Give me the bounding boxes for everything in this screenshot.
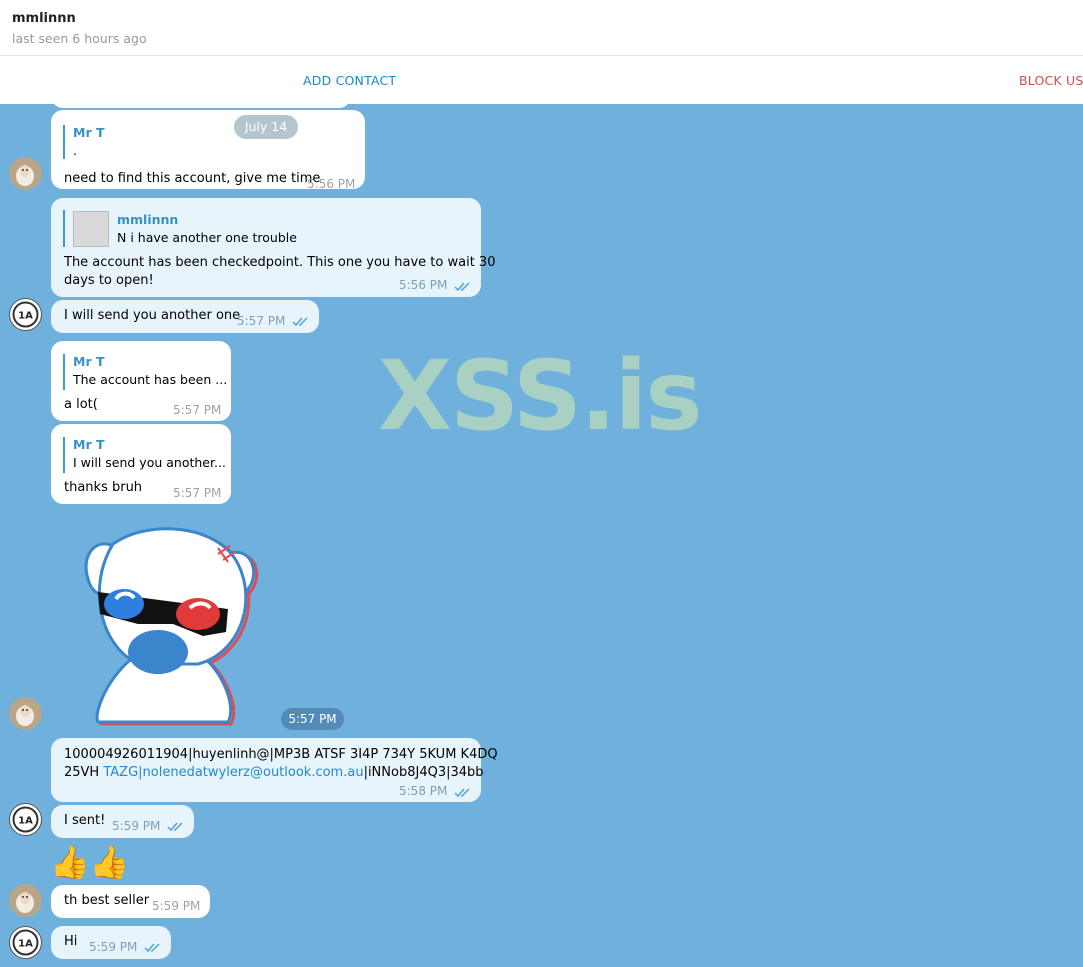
- last-seen-status: last seen 6 hours ago: [12, 31, 147, 46]
- logo-1a-avatar-icon: 1A: [12, 301, 39, 328]
- message-text: I sent!: [64, 813, 106, 828]
- message-text: a lot(: [64, 397, 98, 412]
- chat-header: mmlinnn last seen 6 hours ago: [0, 0, 1083, 56]
- bear-sticker-image[interactable]: [78, 524, 268, 730]
- reply-text: The account has been ...: [73, 372, 228, 387]
- message-time: 5:56 PM: [307, 177, 356, 191]
- message-list[interactable]: XSS.is Mr T . need to find this account,…: [0, 104, 1083, 967]
- reply-text: I will send you another...: [73, 455, 226, 470]
- reply-quote[interactable]: Mr T I will send you another...: [63, 437, 226, 473]
- reply-quote[interactable]: Mr T The account has been ...: [63, 354, 227, 390]
- message-time: 5:59 PM: [152, 899, 201, 913]
- message-text-line: 25VH TAZG|nolenedatwylerz@outlook.com.au…: [64, 765, 484, 780]
- date-separator: July 14: [234, 115, 298, 139]
- watermark: XSS.is: [378, 340, 702, 452]
- email-link[interactable]: TAZG|nolenedatwylerz@outlook.com.au: [103, 765, 363, 780]
- read-checkmark-icon: [454, 282, 470, 292]
- read-checkmark-icon: [454, 788, 470, 798]
- message-time: 5:59 PM: [112, 819, 161, 833]
- add-contact-button[interactable]: ADD CONTACT: [303, 73, 396, 88]
- reply-author: Mr T: [73, 354, 105, 369]
- message-bubble-partial: [51, 104, 351, 108]
- message-text-suffix: |iNNob8J4Q3|34bb: [363, 765, 484, 780]
- read-checkmark-icon: [144, 943, 160, 953]
- sheep-avatar-icon: [16, 165, 34, 186]
- logo-1a-avatar-icon: 1A: [12, 929, 39, 956]
- contact-actions-bar: ADD CONTACT BLOCK USE: [0, 56, 1083, 103]
- message-time: 5:59 PM: [89, 940, 138, 954]
- reply-author: mmlinnn: [117, 212, 179, 227]
- reply-quote[interactable]: Mr T .: [63, 125, 104, 159]
- sheep-avatar-icon: [16, 705, 34, 726]
- message-bubble-outgoing[interactable]: I sent! 5:59 PM: [51, 805, 194, 838]
- message-time: 5:56 PM: [399, 278, 448, 292]
- contact-name[interactable]: mmlinnn: [12, 11, 76, 26]
- message-text-line: days to open!: [64, 273, 154, 288]
- reply-text: .: [73, 143, 77, 158]
- message-bubble-outgoing[interactable]: Hi 5:59 PM: [51, 926, 171, 959]
- message-text: I will send you another one: [64, 308, 241, 323]
- contact-avatar[interactable]: [9, 884, 42, 917]
- reply-text: N i have another one trouble: [117, 230, 297, 245]
- contact-avatar[interactable]: [9, 157, 42, 190]
- svg-text:1A: 1A: [18, 939, 33, 950]
- read-checkmark-icon: [167, 822, 183, 832]
- reply-quote[interactable]: mmlinnn N i have another one trouble: [63, 210, 297, 247]
- logo-1a-avatar-icon: 1A: [12, 806, 39, 833]
- message-text-line: The account has been checkedpoint. This …: [64, 255, 496, 270]
- svg-text:1A: 1A: [18, 816, 33, 827]
- read-checkmark-icon: [292, 317, 308, 327]
- block-user-button[interactable]: BLOCK USE: [1019, 73, 1083, 88]
- reply-thumbnail-image: [73, 211, 109, 247]
- own-avatar[interactable]: 1A: [9, 803, 42, 836]
- contact-avatar[interactable]: [9, 697, 42, 730]
- message-time: 5:57 PM: [237, 314, 286, 328]
- emoji-message[interactable]: 👍👍: [50, 842, 130, 882]
- message-text: th best seller: [64, 893, 150, 908]
- message-bubble[interactable]: Mr T The account has been ... a lot( 5:5…: [51, 341, 231, 421]
- message-bubble-outgoing[interactable]: I will send you another one 5:57 PM: [51, 300, 319, 333]
- message-bubble[interactable]: Mr T . need to find this account, give m…: [51, 110, 365, 191]
- message-bubble[interactable]: Mr T I will send you another... thanks b…: [51, 424, 231, 504]
- reply-author: Mr T: [73, 125, 105, 140]
- message-text: thanks bruh: [64, 480, 143, 495]
- sheep-avatar-icon: [16, 892, 34, 913]
- message-bubble-outgoing[interactable]: 100004926011904|huyenlinh@|MP3B ATSF 3I4…: [51, 738, 498, 802]
- message-bubble-outgoing[interactable]: mmlinnn N i have another one trouble The…: [51, 198, 495, 297]
- message-time: 5:57 PM: [173, 403, 222, 417]
- message-bubble[interactable]: th best seller 5:59 PM: [51, 885, 210, 918]
- message-text: Hi: [64, 934, 78, 949]
- message-text: need to find this account, give me time: [64, 171, 321, 186]
- reply-author: Mr T: [73, 437, 105, 452]
- message-time: 5:57 PM: [173, 486, 222, 500]
- message-text-prefix: 25VH: [64, 765, 104, 780]
- own-avatar[interactable]: 1A: [9, 298, 42, 331]
- message-text-line: 100004926011904|huyenlinh@|MP3B ATSF 3I4…: [64, 747, 498, 762]
- own-avatar[interactable]: 1A: [9, 926, 42, 959]
- sticker-time: 5:57 PM: [281, 708, 344, 730]
- message-time: 5:58 PM: [399, 784, 448, 798]
- svg-text:1A: 1A: [18, 311, 33, 322]
